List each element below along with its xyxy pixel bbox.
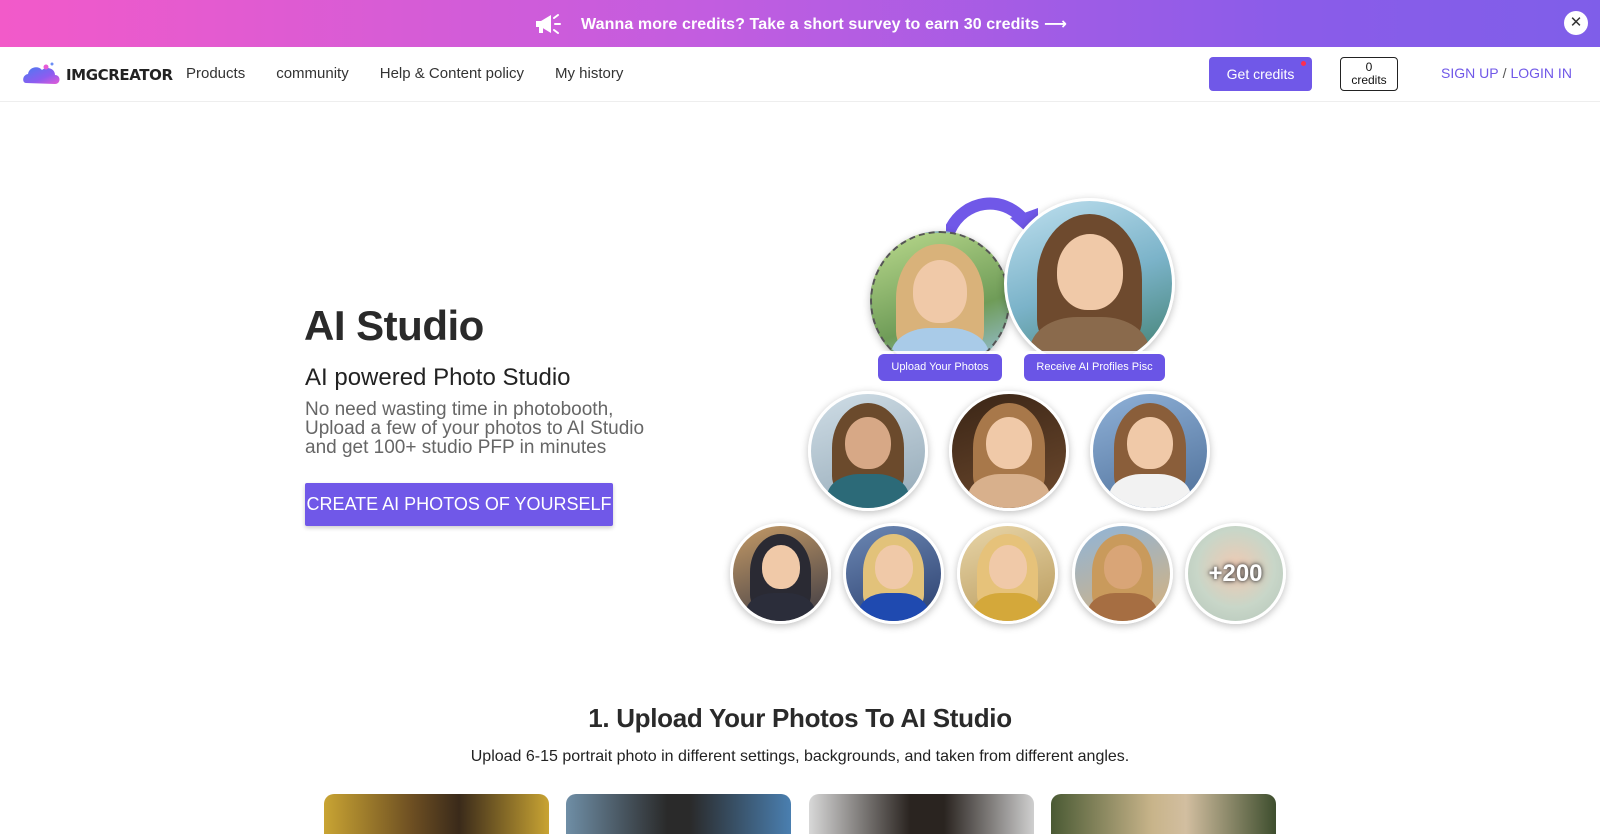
generated-avatar — [949, 391, 1069, 511]
nav-links: Products community Help & Content policy… — [186, 65, 654, 82]
nav-link-products[interactable]: Products — [186, 65, 245, 82]
hero-desc-line: No need wasting time in photobooth, — [305, 399, 614, 420]
auth-links: SIGN UP / LOGIN IN — [1441, 65, 1572, 81]
top-navbar: IMGCREATOR Products community Help & Con… — [0, 47, 1600, 102]
nav-link-help[interactable]: Help & Content policy — [380, 65, 524, 82]
generated-avatar — [957, 523, 1058, 624]
sample-photo — [809, 794, 1034, 834]
hero-desc-line: Upload a few of your photos to AI Studio — [305, 418, 645, 439]
more-avatars-badge[interactable]: +200 — [1185, 523, 1286, 624]
credits-label: credits — [1351, 73, 1387, 87]
sample-photo — [566, 794, 791, 834]
sample-photo — [1051, 794, 1276, 834]
login-link[interactable]: LOGIN IN — [1510, 65, 1571, 81]
section-subtitle: Upload 6-15 portrait photo in different … — [470, 748, 1130, 765]
close-icon[interactable]: ✕ — [1564, 11, 1588, 35]
promo-banner[interactable]: Wanna more credits? Take a short survey … — [0, 0, 1600, 47]
megaphone-icon — [536, 13, 561, 34]
nav-link-history[interactable]: My history — [555, 65, 623, 82]
generated-avatar — [808, 391, 928, 511]
logo-icon — [23, 62, 60, 84]
receive-profiles-pill: Receive AI Profiles Pisc — [1024, 354, 1165, 381]
ai-profile-avatar — [1004, 198, 1175, 369]
hero-subtitle: AI powered Photo Studio — [305, 364, 571, 391]
generated-avatar — [1090, 391, 1210, 511]
upload-photos-pill: Upload Your Photos — [878, 354, 1002, 381]
more-avatars-count: +200 — [1208, 559, 1263, 587]
notification-dot — [1301, 61, 1306, 66]
sign-up-link[interactable]: SIGN UP — [1441, 65, 1499, 81]
sample-photo — [324, 794, 549, 834]
generated-avatar — [1072, 523, 1173, 624]
hero-title: AI Studio — [304, 302, 484, 349]
logo-text: IMGCREATOR — [66, 66, 173, 84]
get-credits-label: Get credits — [1226, 66, 1295, 82]
hero-description: No need wasting time in photobooth, Uplo… — [305, 400, 725, 457]
create-ai-photos-button[interactable]: CREATE AI PHOTOS OF YOURSELF — [305, 483, 613, 526]
uploaded-photo-avatar — [870, 231, 1010, 371]
hero-desc-line: and get 100+ studio PFP in minutes — [305, 437, 607, 458]
logo[interactable]: IMGCREATOR — [22, 61, 173, 89]
nav-link-community[interactable]: community — [276, 65, 349, 82]
auth-separator: / — [1502, 65, 1507, 81]
section-title: 1. Upload Your Photos To AI Studio — [588, 703, 1012, 733]
credits-counter: 0 credits — [1340, 57, 1398, 91]
generated-avatar — [843, 523, 944, 624]
generated-avatar — [730, 523, 831, 624]
get-credits-button[interactable]: Get credits — [1209, 57, 1312, 91]
promo-text[interactable]: Wanna more credits? Take a short survey … — [581, 14, 1067, 34]
